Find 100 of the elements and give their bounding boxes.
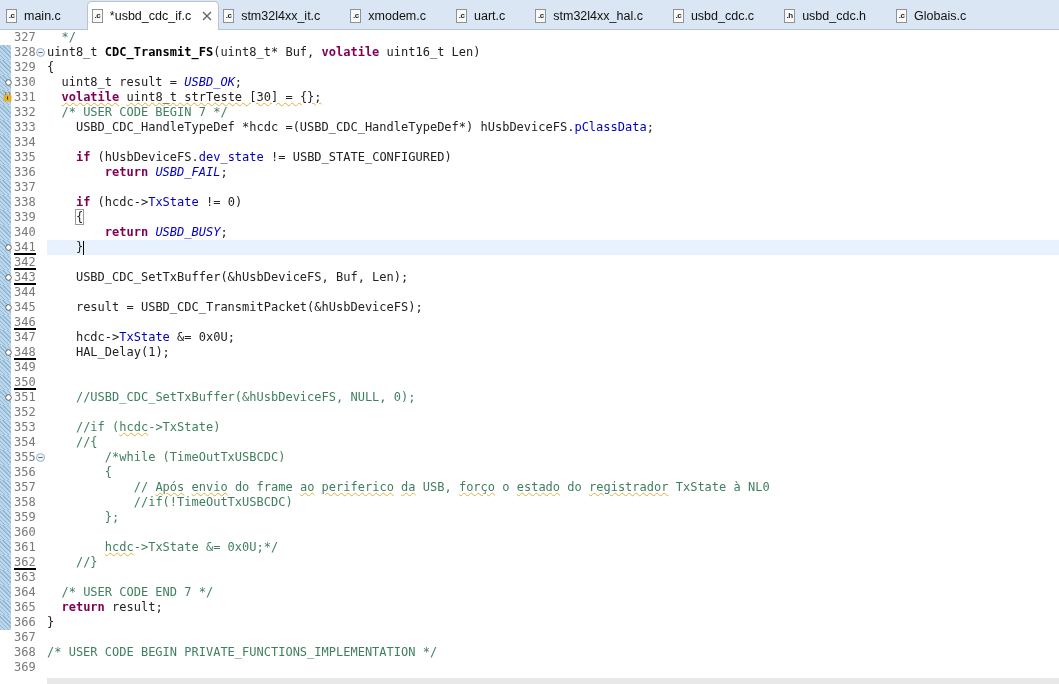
- code-line: volatile uint8_t strTeste [30] = {};: [60, 90, 322, 105]
- code-line: if (hcdc->TxState != 0): [74, 195, 243, 210]
- line-number: 369: [14, 660, 36, 675]
- editor-tab[interactable]: .c stm32l4xx_it.c: [219, 3, 347, 29]
- line-number: 363: [14, 570, 36, 585]
- line-number: 328: [14, 45, 36, 60]
- line-number: 359: [14, 510, 36, 525]
- code-line: //if(!TimeOutTxUSBCDC): [132, 495, 293, 510]
- code-line: HAL_Delay(1);: [74, 345, 170, 360]
- line-number: 356: [14, 465, 36, 480]
- code-line: //USBD_CDC_SetTxBuffer(&hUsbDeviceFS, NULL, 0);: [74, 390, 416, 405]
- collapse-icon[interactable]: [36, 48, 45, 57]
- file-icon: .c: [91, 9, 103, 23]
- editor-tab[interactable]: .c uart.c: [452, 3, 532, 29]
- file-icon: .c: [535, 9, 547, 23]
- line-number: 355: [14, 450, 36, 465]
- code-line: }: [47, 615, 55, 630]
- code-line: //}: [74, 555, 98, 570]
- line-number: 351: [14, 390, 36, 405]
- code-line: }: [74, 240, 84, 255]
- code-line: };: [103, 510, 120, 525]
- line-number: 341: [14, 240, 36, 255]
- line-number: 343: [14, 270, 36, 285]
- line-number: 368: [14, 645, 36, 660]
- line-number: 366: [14, 615, 36, 630]
- code-line: USBD_CDC_SetTxBuffer(&hUsbDeviceFS, Buf, Len);: [74, 270, 409, 285]
- code-line: USBD_CDC_HandleTypeDef *hcdc =(USBD_CDC_HandleTypeDef*) hUsbDeviceFS.pClassData;: [74, 120, 654, 135]
- code-line: /* USER CODE END 7 */: [60, 585, 214, 600]
- code-line: return result;: [60, 600, 163, 615]
- file-icon: .h: [784, 9, 796, 23]
- line-number: 342: [14, 255, 36, 270]
- line-number: 338: [14, 195, 36, 210]
- code-line: hcdc->TxState &= 0x0U;: [74, 330, 235, 345]
- code-line: /*while (TimeOutTxUSBCDC): [103, 450, 286, 465]
- line-number: 362: [14, 555, 36, 570]
- code-line: /* USER CODE BEGIN 7 */: [60, 105, 228, 120]
- circle-marker-icon: [5, 304, 12, 311]
- file-icon: .c: [223, 9, 235, 23]
- circle-marker-icon: [5, 349, 12, 356]
- editor-tab[interactable]: .c Globais.c: [892, 3, 993, 29]
- close-icon[interactable]: [202, 11, 213, 21]
- line-number: 361: [14, 540, 36, 555]
- circle-marker-icon: [5, 274, 12, 281]
- editor-tab[interactable]: .c stm32l4xx_hal.c: [531, 3, 669, 29]
- line-number: 333: [14, 120, 36, 135]
- file-icon: .c: [456, 9, 467, 23]
- line-number: 330: [14, 75, 36, 90]
- line-number: 339: [14, 210, 36, 225]
- code-line: uint8_t CDC_Transmit_FS(uint8_t* Buf, volatile uint16_t Len): [47, 45, 481, 60]
- file-icon: .c: [6, 9, 17, 23]
- file-icon: .c: [672, 9, 684, 23]
- code-line: return USBD_BUSY;: [103, 225, 228, 240]
- code-line: {: [74, 210, 84, 225]
- line-number: 357: [14, 480, 36, 495]
- code-line: /* USER CODE BEGIN PRIVATE_FUNCTIONS_IMPLEMENTATION */: [47, 645, 438, 660]
- line-number: 337: [14, 180, 36, 195]
- collapse-icon[interactable]: [36, 453, 45, 462]
- code-line: // Após envio do frame ao periferico da USB, forço o estado do registrador TxState à NL0: [132, 480, 770, 495]
- line-number: 335: [14, 150, 36, 165]
- code-line: {: [103, 465, 113, 480]
- line-number: 354: [14, 435, 36, 450]
- line-number: 364: [14, 585, 36, 600]
- code-line: */: [60, 30, 76, 45]
- file-icon: .c: [896, 9, 908, 23]
- line-number: 334: [14, 135, 36, 150]
- line-number: 345: [14, 300, 36, 315]
- line-number: 365: [14, 600, 36, 615]
- line-number: 360: [14, 525, 36, 540]
- line-number: 367: [14, 630, 36, 645]
- line-number: 348: [14, 345, 36, 360]
- line-number: 349: [14, 360, 36, 375]
- code-line: return USBD_FAIL;: [103, 165, 228, 180]
- line-number: 347: [14, 330, 36, 345]
- editor-tab[interactable]: .c usbd_cdc.c: [668, 3, 781, 29]
- line-number: 344: [14, 285, 36, 300]
- line-number: 331: [14, 90, 36, 105]
- code-line: hcdc->TxState &= 0x0U;*/: [103, 540, 279, 555]
- editor-tab[interactable]: .c *usbd_cdc_if.c: [86, 1, 220, 30]
- code-line: if (hUsbDeviceFS.dev_state != USBD_STATE_CONFIGURED): [74, 150, 452, 165]
- line-number: 352: [14, 405, 36, 420]
- line-number: 353: [14, 420, 36, 435]
- line-number: 358: [14, 495, 36, 510]
- circle-marker-icon: [5, 244, 12, 251]
- line-number: 329: [14, 60, 36, 75]
- circle-marker-icon: [5, 394, 12, 401]
- code-line: //{: [74, 435, 98, 450]
- code-line: {: [47, 60, 55, 75]
- editor-tab[interactable]: .c main.c: [2, 3, 87, 29]
- file-icon: .c: [350, 9, 362, 23]
- circle-marker-icon: [5, 79, 12, 86]
- code-line: uint8_t result = USBD_OK;: [60, 75, 243, 90]
- editor-tab[interactable]: .h usbd_cdc.h: [780, 3, 893, 29]
- line-number: 350: [14, 375, 36, 390]
- line-number: 327: [14, 30, 36, 45]
- line-number: 340: [14, 225, 36, 240]
- editor-tab[interactable]: .c xmodem.c: [346, 3, 452, 29]
- code-line: result = USBD_CDC_TransmitPacket(&hUsbDeviceFS);: [74, 300, 423, 315]
- text-cursor: [83, 240, 85, 255]
- line-number: 336: [14, 165, 36, 180]
- code-line: //if (hcdc->TxState): [74, 420, 221, 435]
